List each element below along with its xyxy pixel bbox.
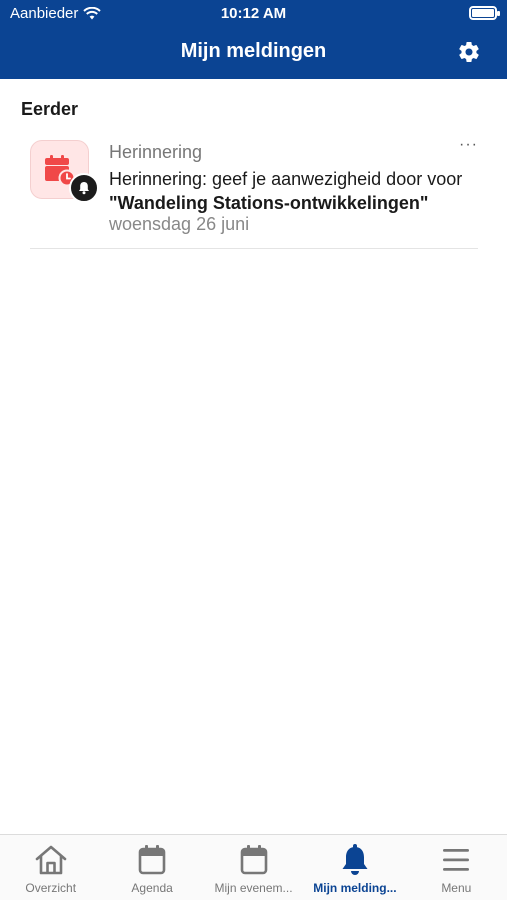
status-time: 10:12 AM: [220, 5, 287, 22]
tab-agenda[interactable]: Agenda: [101, 835, 202, 900]
bell-icon: [79, 182, 89, 195]
tab-label: Mijn evenem...: [214, 881, 293, 895]
top-bar: Aanbieder 10:12 AM Mijn meldingen: [0, 0, 507, 79]
gear-icon[interactable]: [457, 40, 481, 64]
tab-bar: Overzicht Agenda Mijn evenem... Mijn mel…: [0, 834, 507, 900]
tab-menu[interactable]: Menu: [406, 835, 507, 900]
tab-mijn-evenementen[interactable]: Mijn evenem...: [203, 835, 304, 900]
notification-item[interactable]: ··· Herinnering Herinnering: geef je aan…: [30, 136, 481, 249]
bell-icon: [342, 844, 368, 875]
status-bar: Aanbieder 10:12 AM: [0, 0, 507, 28]
section-title: Eerder: [21, 99, 79, 119]
notification-category: Herinnering: [109, 142, 203, 162]
tab-overzicht[interactable]: Overzicht: [0, 835, 101, 900]
notification-event-title: "Wandeling Stations-ontwikkelingen": [109, 193, 429, 213]
notification-text: Herinnering: geef je aanwezigheid door v…: [109, 167, 481, 215]
bell-badge: [69, 173, 99, 203]
notification-text-prefix: Herinnering: geef je aanwezigheid door v…: [109, 169, 463, 189]
notification-date: woensdag 26 juni: [109, 214, 250, 234]
hamburger-icon: [443, 849, 470, 871]
battery-icon: [469, 6, 500, 20]
tab-label: Menu: [441, 881, 472, 895]
tab-label: Mijn melding...: [313, 881, 397, 895]
more-options-button[interactable]: ···: [459, 136, 478, 154]
home-icon: [35, 845, 67, 875]
page-title: Mijn meldingen: [180, 40, 327, 62]
tab-label: Agenda: [131, 881, 173, 895]
tab-mijn-meldingen[interactable]: Mijn melding...: [304, 835, 405, 900]
tab-label: Overzicht: [25, 881, 77, 895]
calendar-icon: [138, 845, 166, 875]
calendar-icon: [240, 845, 267, 875]
